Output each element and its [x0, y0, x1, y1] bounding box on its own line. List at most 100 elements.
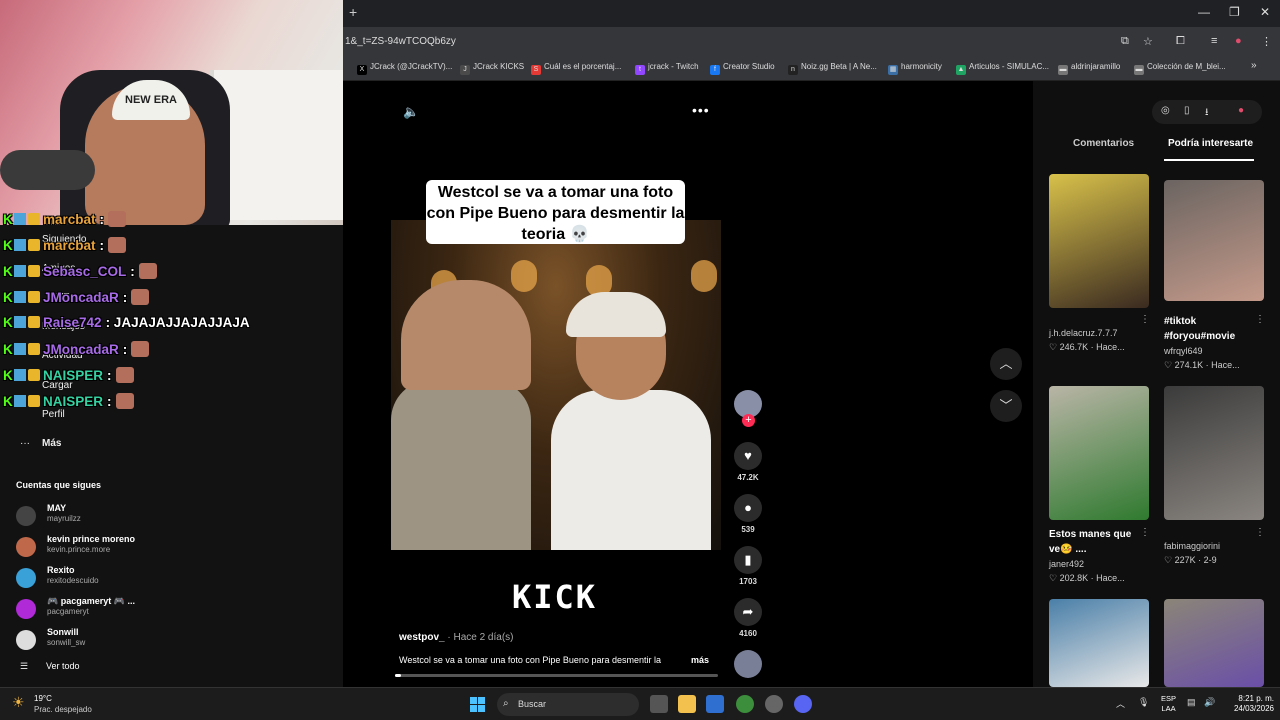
- avatar[interactable]: [16, 599, 36, 619]
- follow-plus-icon[interactable]: +: [742, 414, 755, 427]
- avatar[interactable]: [16, 568, 36, 588]
- video-thumbnail[interactable]: [1049, 386, 1149, 520]
- tab-comentarios[interactable]: Comentarios: [1073, 138, 1134, 149]
- mail-icon[interactable]: [706, 695, 724, 713]
- following-account-item[interactable]: Sonwill sonwill_sw: [16, 627, 336, 655]
- download-icon[interactable]: ⭳: [1205, 105, 1209, 122]
- bookmark-item[interactable]: J JCrack KICKS: [460, 62, 524, 75]
- previous-video-button[interactable]: ︿: [990, 348, 1022, 380]
- description-more-link[interactable]: más: [691, 655, 709, 665]
- discord-icon[interactable]: [794, 695, 812, 713]
- sound-avatar-button[interactable]: [734, 650, 762, 678]
- share-icon[interactable]: ➦: [734, 598, 762, 626]
- bookmarks-overflow-icon[interactable]: »: [1251, 60, 1257, 71]
- sound-avatar[interactable]: [734, 650, 762, 678]
- video-thumbnail[interactable]: [1164, 599, 1264, 687]
- following-account-item[interactable]: MAY mayruilzz: [16, 503, 336, 531]
- following-account-item[interactable]: Rexito rexitodescuido: [16, 565, 336, 593]
- new-tab-button[interactable]: +: [349, 4, 357, 20]
- chat-message: Kmarcbat:: [3, 237, 127, 259]
- speaker-icon[interactable]: 🔊: [1204, 697, 1215, 708]
- bookmark-item[interactable]: ▦ harmonicity: [888, 62, 942, 75]
- microphone-icon[interactable]: 🎙: [1138, 697, 1149, 708]
- avatar[interactable]: [16, 506, 36, 526]
- video-frame[interactable]: [391, 220, 721, 550]
- clock[interactable]: 8:21 p. m. 24/03/2026: [1224, 694, 1274, 714]
- chat-message: K NAISPER:: [3, 393, 134, 415]
- bookmark-item[interactable]: X JCrack (@JCrackTV)...: [357, 62, 452, 75]
- video-progress-bar[interactable]: [395, 674, 718, 677]
- following-account-item[interactable]: 🎮 pacgameryt 🎮 ... pacgameryt: [16, 596, 336, 624]
- taskbar-search[interactable]: ⌕ Buscar: [497, 693, 639, 716]
- bookmark-item[interactable]: ▲ Articulos - SIMULAC...: [956, 62, 1049, 75]
- tab-search-icon[interactable]: ≡: [1211, 35, 1217, 47]
- save-button[interactable]: ▮ 1703: [734, 546, 762, 586]
- webcam-overlay: NEW ERA: [0, 0, 343, 225]
- card-menu-icon[interactable]: ⋮: [1255, 314, 1265, 325]
- chrome-icon[interactable]: [736, 695, 754, 713]
- card-author[interactable]: wfrqyl649: [1164, 346, 1203, 356]
- kick-badge-icon: K: [3, 394, 13, 409]
- start-button[interactable]: [470, 697, 485, 712]
- video-thumbnail[interactable]: [1049, 174, 1149, 308]
- video-author-name[interactable]: westpov_: [399, 632, 445, 643]
- weather-icon[interactable]: ☀: [12, 694, 25, 711]
- bookmark-star-icon[interactable]: ☆: [1143, 35, 1153, 48]
- bookmark-item[interactable]: n Noiz.gg Beta | A Ne...: [788, 62, 877, 75]
- more-dots-icon[interactable]: ···: [20, 438, 30, 449]
- task-view-icon[interactable]: [650, 695, 668, 713]
- avatar[interactable]: [16, 537, 36, 557]
- profile-icon[interactable]: ●: [1235, 35, 1242, 47]
- like-button[interactable]: ♥ 47.2K: [734, 442, 762, 482]
- comment-button[interactable]: ● 539: [734, 494, 762, 534]
- card-title[interactable]: Estos manes que ve🤒 ....: [1049, 527, 1139, 557]
- extensions-icon[interactable]: ⧠: [1176, 35, 1185, 48]
- restore-button[interactable]: ❐: [1229, 5, 1240, 19]
- video-thumbnail[interactable]: [1164, 180, 1264, 301]
- video-thumbnail[interactable]: [1164, 386, 1264, 520]
- next-video-button[interactable]: ﹀: [990, 390, 1022, 422]
- close-window-button[interactable]: ✕: [1260, 5, 1270, 19]
- card-menu-icon[interactable]: ⋮: [1255, 527, 1265, 538]
- bookmark-item[interactable]: f Creator Studio: [710, 62, 775, 75]
- card-author[interactable]: j.h.delacruz.7.7.7: [1049, 328, 1118, 338]
- address-bar-url[interactable]: 1&_t=ZS-94wTCOQb6zy: [345, 36, 456, 47]
- video-author[interactable]: westpov_ · Hace 2 día(s): [399, 632, 514, 643]
- heart-icon[interactable]: ♥: [734, 442, 762, 470]
- avatar[interactable]: [16, 630, 36, 650]
- following-account-item[interactable]: kevin prince moreno kevin.prince.more: [16, 534, 336, 562]
- card-author[interactable]: janer492: [1049, 559, 1084, 569]
- comment-icon[interactable]: ●: [734, 494, 762, 522]
- compass-icon[interactable]: ◎: [1161, 105, 1170, 116]
- tab-podria-interesarte[interactable]: Podría interesarte: [1168, 138, 1253, 149]
- weather-condition[interactable]: Prac. despejado: [34, 705, 92, 714]
- see-all-link[interactable]: Ver todo: [46, 661, 80, 671]
- extension-logo-icon[interactable]: ●: [1238, 105, 1244, 116]
- card-menu-icon[interactable]: ⋮: [1140, 314, 1150, 325]
- video-thumbnail[interactable]: [1049, 599, 1149, 687]
- card-author[interactable]: fabimaggiorini: [1164, 541, 1220, 551]
- bookmark-item[interactable]: t jcrack - Twitch: [635, 62, 699, 75]
- language-indicator[interactable]: ESP LAA: [1161, 694, 1176, 714]
- bookmark-item[interactable]: ▬ Colección de M_blei...: [1134, 62, 1226, 75]
- bookmark-icon[interactable]: ▮: [734, 546, 762, 574]
- card-title[interactable]: #tiktok #foryou#movie: [1164, 314, 1254, 344]
- network-icon[interactable]: ▤: [1187, 697, 1196, 708]
- sidebar-item-mas[interactable]: Más: [42, 438, 61, 449]
- card-menu-icon[interactable]: ⋮: [1140, 527, 1150, 538]
- obs-icon[interactable]: [765, 695, 783, 713]
- minimize-button[interactable]: —: [1198, 5, 1210, 19]
- weather-temperature[interactable]: 19°C: [34, 694, 52, 703]
- subscriber-badge-icon: [14, 239, 26, 251]
- install-app-icon[interactable]: ⧉: [1121, 35, 1129, 48]
- bookmark-item[interactable]: ▬ aldrinjaramillo: [1058, 62, 1120, 75]
- phone-icon[interactable]: ▯: [1184, 105, 1190, 116]
- volume-icon[interactable]: 🔈: [403, 104, 419, 120]
- tray-chevron-icon[interactable]: ︿: [1116, 697, 1125, 710]
- browser-menu-icon[interactable]: ⋮: [1261, 35, 1272, 48]
- bookmark-item[interactable]: S Cuál es el porcentaj...: [531, 62, 621, 75]
- file-explorer-icon[interactable]: [678, 695, 696, 713]
- share-button[interactable]: ➦ 4160: [734, 598, 762, 638]
- author-avatar-button[interactable]: +: [734, 390, 762, 427]
- more-options-icon[interactable]: •••: [692, 102, 710, 118]
